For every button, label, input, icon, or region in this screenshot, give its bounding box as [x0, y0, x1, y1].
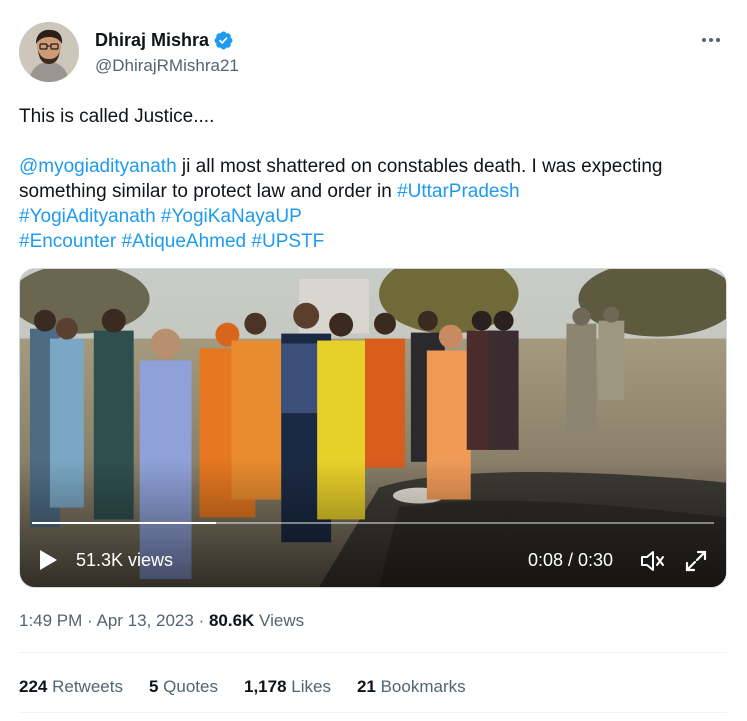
hashtag-link[interactable]: #UPSTF	[251, 231, 324, 252]
likes-count: 1,178	[243, 677, 287, 696]
fullscreen-icon[interactable]	[684, 549, 708, 573]
video-controls: 51.3K views 0:08 / 0:30	[20, 545, 726, 575]
volume-icon[interactable]	[640, 549, 666, 573]
author-name-row[interactable]: Dhiraj Mishra	[95, 30, 234, 51]
retweets-stat[interactable]: 224 Retweets	[19, 677, 123, 697]
tweet-stats: 224 Retweets 5 Quotes 1,178 Likes 21 Boo…	[19, 677, 492, 697]
hashtag-link[interactable]: #Encounter	[19, 231, 116, 252]
tweet-date[interactable]: Apr 13, 2023	[96, 611, 193, 630]
tweet-hashtags-line: #YogiAdityanath #YogiKaNayaUP	[19, 204, 719, 229]
meta-separator: ·	[193, 611, 209, 630]
avatar[interactable]	[19, 22, 79, 82]
retweets-label: Retweets	[47, 677, 123, 696]
video-progress-bar[interactable]	[32, 522, 714, 524]
hashtag-link[interactable]: #UttarPradesh	[397, 181, 520, 202]
play-icon[interactable]	[38, 550, 58, 570]
tweet-views-label: Views	[254, 611, 305, 630]
bookmarks-count: 21	[356, 677, 376, 696]
mention-link[interactable]: @myogiadityanath	[19, 156, 177, 177]
meta-separator: ·	[82, 611, 97, 630]
tweet-views-count: 80.6K	[208, 611, 255, 630]
tweet-line-1: This is called Justice....	[19, 106, 215, 127]
author-display-name[interactable]: Dhiraj Mishra	[95, 30, 209, 51]
divider	[19, 712, 727, 713]
likes-stat[interactable]: 1,178 Likes	[244, 677, 331, 697]
tweet-meta: 1:49 PM · Apr 13, 2023 · 80.6K Views	[19, 611, 304, 631]
divider	[19, 652, 727, 653]
video-views-count: 51.3K views	[76, 550, 174, 570]
video-time: 0:08 / 0:30	[528, 550, 614, 570]
retweets-count: 224	[19, 677, 48, 696]
bookmarks-stat[interactable]: 21 Bookmarks	[357, 677, 466, 697]
video-progress-fill	[32, 522, 217, 524]
likes-label: Likes	[286, 677, 331, 696]
quotes-label: Quotes	[158, 677, 218, 696]
hashtag-link[interactable]: #YogiKaNayaUP	[161, 206, 302, 227]
bookmarks-label: Bookmarks	[375, 677, 466, 696]
quotes-stat[interactable]: 5 Quotes	[149, 677, 218, 697]
hashtag-link[interactable]: #YogiAdityanath	[19, 206, 156, 227]
verified-badge-icon	[214, 31, 233, 50]
tweet-time[interactable]: 1:49 PM	[19, 611, 82, 630]
video-frame	[20, 269, 726, 587]
hashtag-link[interactable]: #AtiqueAhmed	[121, 231, 246, 252]
more-options-icon[interactable]	[699, 28, 723, 52]
video-player[interactable]: 51.3K views 0:08 / 0:30	[19, 268, 727, 588]
tweet-header: Dhiraj Mishra @DhirajRMishra21	[19, 22, 729, 84]
author-handle[interactable]: @DhirajRMishra21	[95, 56, 239, 76]
tweet-body: @myogiadityanath ji all most shattered o…	[19, 154, 719, 204]
tweet-hashtags-line: #Encounter #AtiqueAhmed #UPSTF	[19, 229, 719, 254]
tweet-text: This is called Justice.... @myogiadityan…	[19, 104, 719, 254]
